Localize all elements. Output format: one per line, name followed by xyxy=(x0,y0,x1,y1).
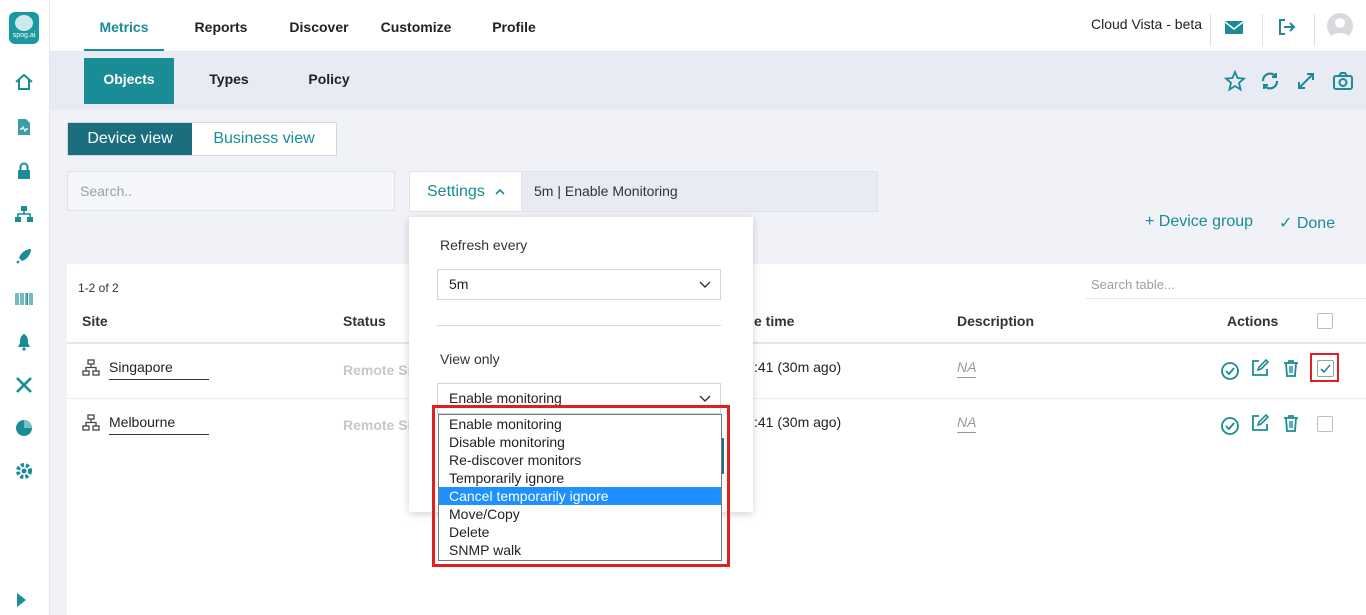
column-header-description[interactable]: Description xyxy=(957,313,1034,329)
lock-icon[interactable] xyxy=(14,161,34,181)
option-move-copy[interactable]: Move/Copy xyxy=(439,505,721,523)
settings-gear-icon[interactable] xyxy=(14,461,34,481)
record-count: 1-2 of 2 xyxy=(78,281,119,295)
divider xyxy=(1210,14,1211,46)
chevron-down-icon xyxy=(699,395,711,402)
site-name[interactable]: Melbourne xyxy=(109,414,209,435)
status-text: Remote Sit xyxy=(343,417,417,433)
search-input[interactable]: Search.. xyxy=(67,171,395,211)
enable-check-icon[interactable] xyxy=(1220,416,1240,436)
brand-title: Cloud Vista - beta xyxy=(1091,16,1203,32)
star-icon[interactable] xyxy=(1224,70,1246,92)
column-header-status[interactable]: Status xyxy=(343,313,386,329)
option-rediscover-monitors[interactable]: Re-discover monitors xyxy=(439,451,721,469)
logout-icon[interactable] xyxy=(1276,16,1298,38)
tools-icon[interactable] xyxy=(14,375,34,395)
tab-customize[interactable]: Customize xyxy=(375,0,457,51)
chevron-up-icon xyxy=(495,188,505,195)
app-logo[interactable]: spog.ai xyxy=(9,12,39,44)
rocket-icon[interactable] xyxy=(14,246,34,266)
view-only-options-list[interactable]: Enable monitoring Disable monitoring Re-… xyxy=(438,414,722,561)
status-text: Remote Sit xyxy=(343,362,417,378)
site-network-icon xyxy=(82,359,100,377)
description-text[interactable]: NA xyxy=(957,414,977,433)
refresh-every-label: Refresh every xyxy=(440,237,528,253)
enable-check-icon[interactable] xyxy=(1220,361,1240,381)
settings-label: Settings xyxy=(427,183,485,200)
delete-trash-icon[interactable] xyxy=(1281,358,1301,378)
refresh-interval-select[interactable]: 5m xyxy=(437,269,721,300)
view-only-label: View only xyxy=(440,351,500,367)
network-icon[interactable] xyxy=(14,204,34,224)
select-all-checkbox[interactable] xyxy=(1317,313,1333,329)
home-icon[interactable] xyxy=(14,72,34,92)
row-checkbox[interactable] xyxy=(1317,416,1333,432)
view-only-value: Enable monitoring xyxy=(449,390,562,406)
barcode-icon[interactable] xyxy=(14,289,34,309)
tab-metrics[interactable]: Metrics xyxy=(84,0,164,51)
option-enable-monitoring[interactable]: Enable monitoring xyxy=(439,415,721,433)
description-text[interactable]: NA xyxy=(957,359,977,378)
site-network-icon xyxy=(82,414,100,432)
tab-discover[interactable]: Discover xyxy=(283,0,355,51)
column-header-site[interactable]: Site xyxy=(82,313,108,329)
option-temporarily-ignore[interactable]: Temporarily ignore xyxy=(439,469,721,487)
edit-icon[interactable] xyxy=(1250,413,1270,433)
checkmark-icon xyxy=(1320,364,1331,374)
settings-summary: 5m | Enable Monitoring xyxy=(521,171,878,212)
edit-icon[interactable] xyxy=(1250,358,1270,378)
divider xyxy=(1262,14,1263,46)
add-device-group-button[interactable]: + Device group xyxy=(1145,213,1253,231)
alert-bell-icon[interactable] xyxy=(14,332,34,352)
panel-divider xyxy=(437,325,721,326)
sidebar: spog.ai xyxy=(0,0,50,615)
fullscreen-icon[interactable] xyxy=(1295,70,1317,92)
refresh-interval-value: 5m xyxy=(449,276,469,292)
subtab-objects[interactable]: Objects xyxy=(84,58,174,104)
option-delete[interactable]: Delete xyxy=(439,523,721,541)
subtab-types[interactable]: Types xyxy=(194,58,264,104)
option-snmp-walk[interactable]: SNMP walk xyxy=(439,541,721,559)
refresh-icon[interactable] xyxy=(1259,70,1281,92)
option-cancel-temporarily-ignore[interactable]: Cancel temporarily ignore xyxy=(439,487,721,505)
mail-icon[interactable] xyxy=(1223,16,1245,38)
time-text: :41 (30m ago) xyxy=(754,414,842,430)
done-button[interactable]: ✓ Done xyxy=(1279,213,1335,233)
settings-toggle-button[interactable]: Settings xyxy=(409,171,522,212)
delete-trash-icon[interactable] xyxy=(1281,413,1301,433)
chevron-down-icon xyxy=(699,281,711,288)
metrics-report-icon[interactable] xyxy=(14,117,34,137)
column-header-actions: Actions xyxy=(1227,313,1279,329)
pie-chart-icon[interactable] xyxy=(14,418,34,438)
device-view-button[interactable]: Device view xyxy=(68,123,192,155)
camera-icon[interactable] xyxy=(1332,70,1354,92)
koala-logo-icon xyxy=(15,15,33,31)
expand-sidebar-icon[interactable] xyxy=(12,590,32,610)
view-toggle: Device view Business view xyxy=(67,122,337,156)
column-header-time[interactable]: e time xyxy=(754,313,794,329)
divider xyxy=(1314,14,1315,46)
sub-navigation: Objects Types Policy xyxy=(50,52,1366,110)
tab-profile[interactable]: Profile xyxy=(482,0,546,51)
table-search-input[interactable]: Search table... xyxy=(1086,271,1366,299)
time-text: :41 (30m ago) xyxy=(754,359,842,375)
tab-reports[interactable]: Reports xyxy=(186,0,256,51)
business-view-button[interactable]: Business view xyxy=(192,123,336,155)
row-checkbox-box xyxy=(1317,360,1334,377)
row-checkbox-checked[interactable] xyxy=(1310,353,1339,382)
top-navigation: Metrics Reports Discover Customize Profi… xyxy=(50,0,1366,52)
user-avatar[interactable] xyxy=(1327,13,1353,39)
site-name[interactable]: Singapore xyxy=(109,359,209,380)
option-disable-monitoring[interactable]: Disable monitoring xyxy=(439,433,721,451)
logo-text: spog.ai xyxy=(12,32,36,39)
subtab-policy[interactable]: Policy xyxy=(294,58,364,104)
